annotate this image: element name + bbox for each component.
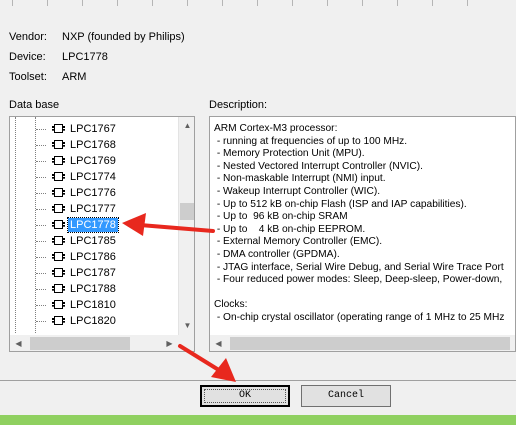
arrow-to-ok-button-icon <box>178 344 236 382</box>
arrow-to-selected-device-icon <box>122 213 215 236</box>
annotation-overlay <box>122 213 236 382</box>
